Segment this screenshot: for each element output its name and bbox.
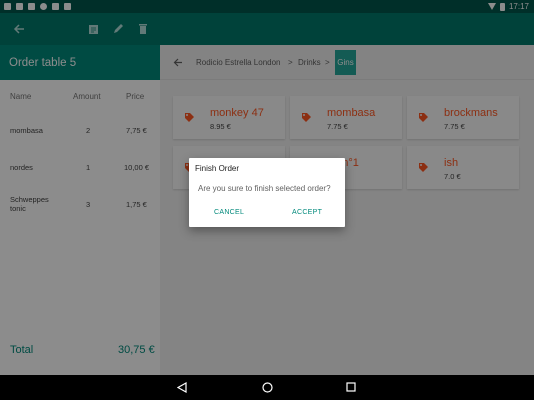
dialog-message: Are you sure to finish selected order?	[198, 184, 331, 193]
nav-recents-icon	[346, 382, 356, 392]
nav-home-icon	[261, 381, 273, 393]
finish-order-dialog: Finish Order Are you sure to finish sele…	[189, 158, 345, 227]
nav-back-button[interactable]	[175, 380, 189, 394]
accept-button[interactable]: ACCEPT	[292, 209, 322, 216]
nav-back-icon	[177, 381, 187, 393]
nav-home-button[interactable]	[260, 380, 274, 394]
dialog-title: Finish Order	[195, 164, 240, 173]
nav-recents-button[interactable]	[344, 380, 358, 394]
cancel-button[interactable]: CANCEL	[214, 209, 244, 216]
navigation-bar	[0, 375, 534, 400]
